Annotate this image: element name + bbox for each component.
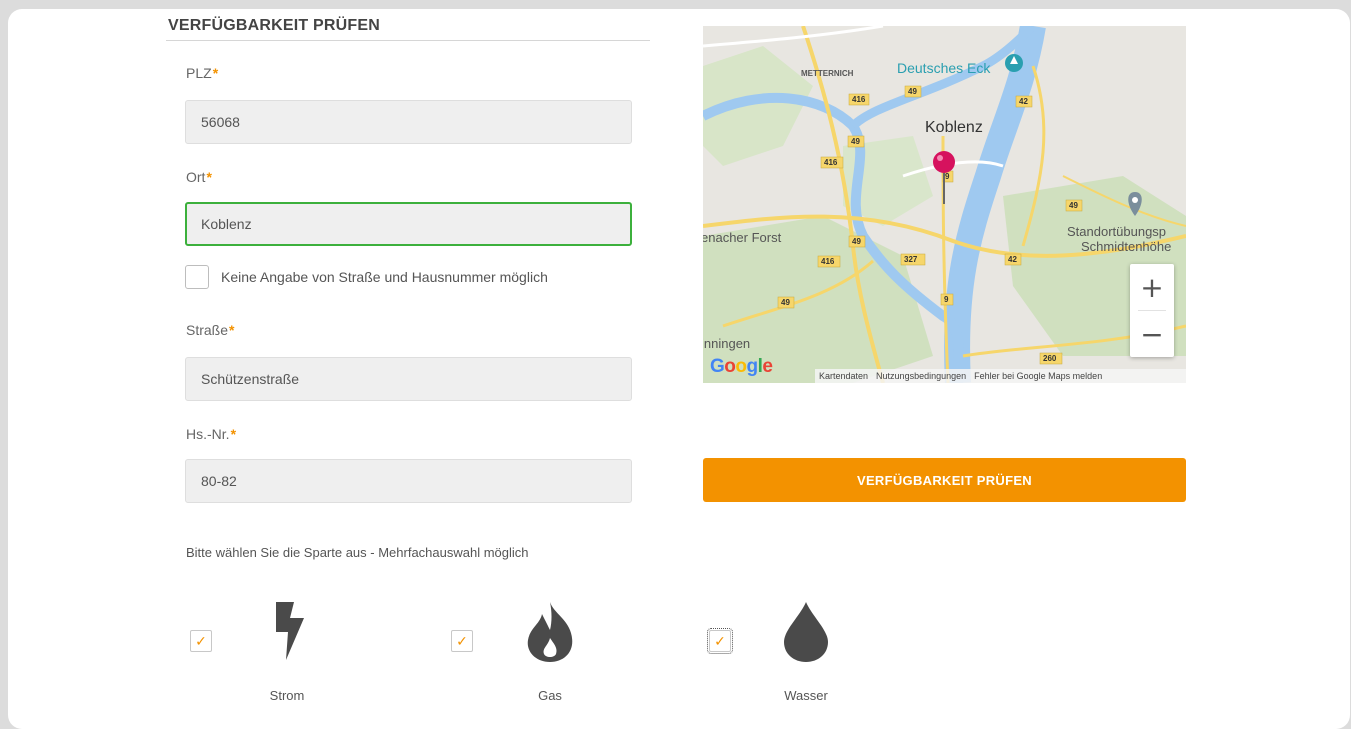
- plz-field[interactable]: 56068: [185, 100, 632, 144]
- ort-label: Ort*: [186, 169, 212, 185]
- map-report-link[interactable]: Fehler bei Google Maps melden: [974, 371, 1102, 381]
- zoom-in-button[interactable]: +: [1130, 264, 1174, 310]
- map-place-label: enacher Forst: [703, 230, 782, 245]
- hsnr-value: 80-82: [201, 473, 237, 489]
- no-street-option[interactable]: Keine Angabe von Straße und Hausnummer m…: [185, 265, 548, 289]
- section-title: VERFÜGBARKEIT PRÜFEN: [168, 17, 381, 34]
- title-divider: [166, 40, 650, 41]
- no-street-label: Keine Angabe von Straße und Hausnummer m…: [221, 269, 548, 285]
- required-marker: *: [206, 169, 212, 185]
- road-badge: 9: [945, 172, 950, 181]
- map-place-label: inningen: [703, 336, 750, 351]
- check-availability-button[interactable]: VERFÜGBARKEIT PRÜFEN: [703, 458, 1186, 502]
- map-view[interactable]: 416 49 42 49 416 49 49 416 327 42 9 49 2…: [703, 26, 1186, 383]
- hsnr-label-text: Hs.-Nr.: [186, 426, 230, 442]
- strasse-label-text: Straße: [186, 322, 229, 338]
- lightning-icon: [276, 602, 304, 660]
- ort-value: Koblenz: [201, 216, 252, 232]
- flame-icon: [527, 602, 573, 662]
- map-footer: Kartendaten Nutzungsbedingungen Fehler b…: [815, 369, 1186, 383]
- map-place-label: Deutsches Eck: [897, 60, 991, 76]
- road-badge: 416: [824, 158, 838, 167]
- plz-value: 56068: [201, 114, 240, 130]
- road-badge: 49: [908, 87, 917, 96]
- google-logo: Google: [710, 356, 773, 377]
- road-badge: 49: [1069, 201, 1078, 210]
- required-marker: *: [212, 65, 219, 81]
- check-mark-icon: ✓: [456, 632, 468, 649]
- map-canvas[interactable]: 416 49 42 49 416 49 49 416 327 42 9 49 2…: [703, 26, 1186, 383]
- road-badge: 42: [1008, 255, 1017, 264]
- strasse-value: Schützenstraße: [201, 371, 300, 387]
- road-badge: 49: [852, 237, 861, 246]
- wasser-checkbox[interactable]: ✓: [707, 628, 733, 654]
- sparte-hint: Bitte wählen Sie die Sparte aus - Mehrfa…: [186, 545, 529, 560]
- poi-icon[interactable]: [1005, 54, 1023, 72]
- map-place-label: Standortübungsp: [1067, 224, 1166, 239]
- ort-field[interactable]: Koblenz: [185, 202, 632, 246]
- map-place-label: METTERNICH: [801, 69, 854, 78]
- map-place-label: Koblenz: [925, 119, 983, 136]
- strom-label: Strom: [269, 688, 305, 703]
- road-badge: 49: [781, 298, 790, 307]
- road-badge: 49: [851, 137, 860, 146]
- map-zoom-control: + −: [1130, 264, 1174, 357]
- plz-label-text: PLZ: [186, 65, 212, 81]
- map-place-label: Schmidtenhöhe: [1081, 239, 1171, 254]
- required-marker: *: [230, 426, 237, 442]
- hsnr-field[interactable]: 80-82: [185, 459, 632, 503]
- check-mark-icon: ✓: [195, 632, 207, 649]
- road-badge: 327: [904, 255, 918, 264]
- gas-label: Gas: [538, 688, 562, 703]
- road-badge: 416: [852, 95, 866, 104]
- check-mark-icon: ✓: [714, 632, 726, 649]
- ort-label-text: Ort: [186, 169, 206, 185]
- strom-checkbox[interactable]: ✓: [190, 630, 212, 652]
- no-street-checkbox[interactable]: [185, 265, 209, 289]
- water-drop-icon: [784, 602, 828, 662]
- hsnr-label: Hs.-Nr.*: [186, 426, 236, 442]
- gas-checkbox[interactable]: ✓: [451, 630, 473, 652]
- road-badge: 42: [1019, 97, 1028, 106]
- map-data-link[interactable]: Kartendaten: [819, 371, 868, 381]
- road-badge: 9: [944, 295, 949, 304]
- strasse-field[interactable]: Schützenstraße: [185, 357, 632, 401]
- plz-label: PLZ*: [186, 65, 218, 81]
- map-terms-link[interactable]: Nutzungsbedingungen: [876, 371, 966, 381]
- zoom-out-button[interactable]: −: [1130, 311, 1174, 357]
- road-badge: 260: [1043, 354, 1057, 363]
- required-marker: *: [229, 322, 235, 338]
- wasser-label: Wasser: [784, 688, 828, 703]
- strasse-label: Straße*: [186, 322, 234, 338]
- road-badge: 416: [821, 257, 835, 266]
